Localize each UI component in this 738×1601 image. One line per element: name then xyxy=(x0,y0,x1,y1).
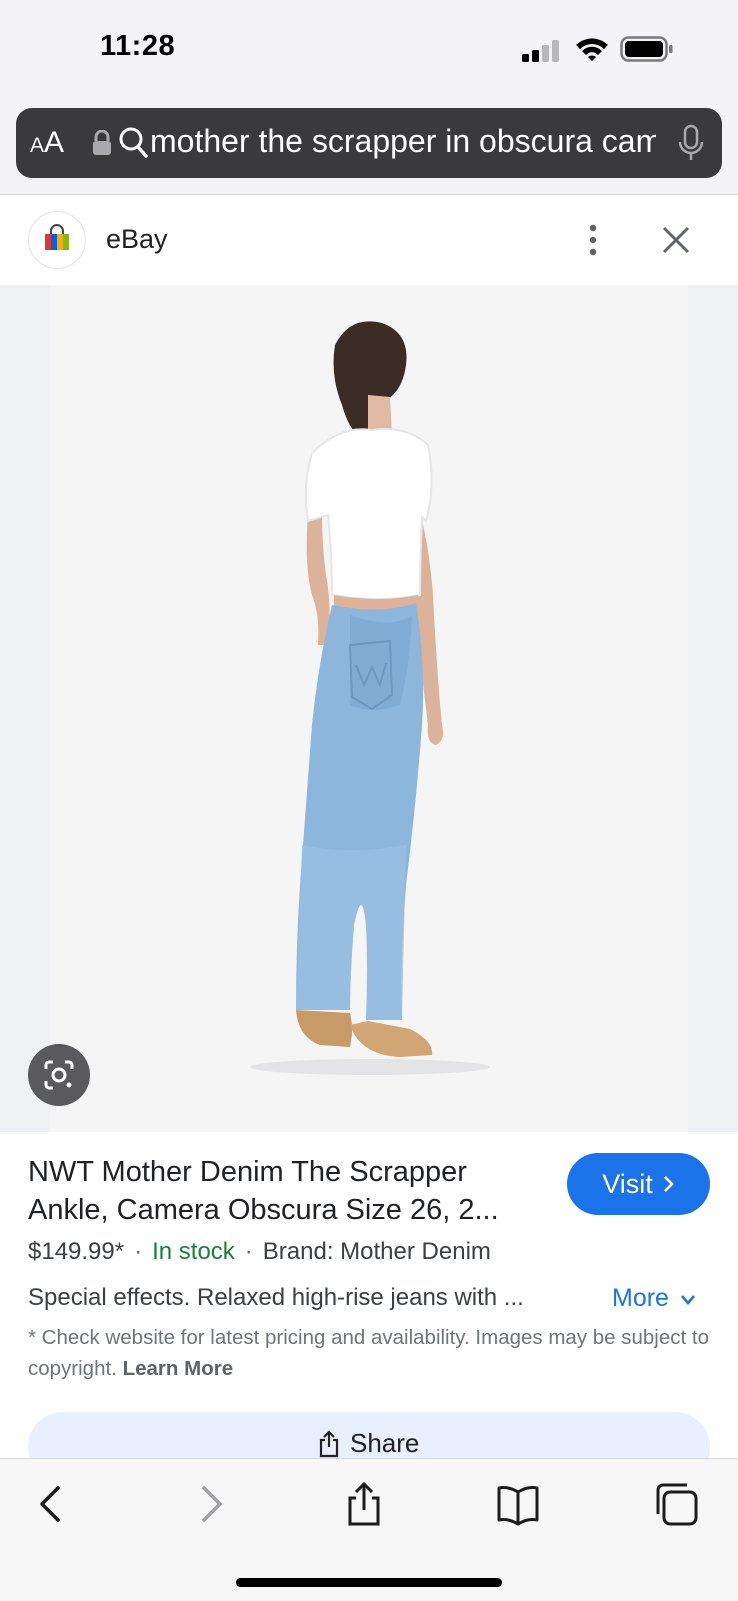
product-price: $149.99* xyxy=(28,1238,125,1265)
more-button[interactable]: More xyxy=(612,1284,696,1313)
signal-icon xyxy=(522,40,559,62)
price-row: $149.99* · In stock · Brand: Mother Denim xyxy=(28,1238,491,1266)
share-icon xyxy=(319,1429,339,1457)
stock-status: In stock xyxy=(152,1238,235,1265)
site-name[interactable]: eBay xyxy=(106,224,168,255)
disclaimer: * Check website for latest pricing and a… xyxy=(28,1322,718,1384)
more-vert-icon[interactable] xyxy=(578,224,608,256)
forward-icon[interactable] xyxy=(188,1482,232,1526)
lens-button[interactable] xyxy=(28,1044,90,1106)
bookmarks-icon[interactable] xyxy=(496,1482,540,1526)
back-icon[interactable] xyxy=(30,1482,74,1526)
wifi-icon xyxy=(576,38,608,61)
reader-settings-button[interactable]: AA xyxy=(30,126,64,160)
learn-more-link[interactable]: Learn More xyxy=(123,1357,234,1380)
battery-icon xyxy=(620,36,673,62)
share-button-content[interactable]: Share xyxy=(318,1428,419,1459)
chevron-right-icon xyxy=(663,1176,674,1192)
lock-icon xyxy=(93,130,111,155)
separator-dot: · xyxy=(244,1238,253,1265)
more-button-label: More xyxy=(612,1284,669,1312)
ebay-bag-icon xyxy=(45,224,69,250)
model-figure xyxy=(250,321,490,1075)
product-title[interactable]: NWT Mother Denim The Scrapper Ankle, Cam… xyxy=(28,1153,548,1229)
chevron-down-icon xyxy=(680,1295,695,1305)
mic-icon[interactable] xyxy=(678,124,704,162)
product-brand: Brand: Mother Denim xyxy=(262,1238,491,1265)
product-image[interactable] xyxy=(50,285,688,1132)
product-description: Special effects. Relaxed high-rise jeans… xyxy=(28,1284,524,1311)
home-indicator xyxy=(236,1578,502,1587)
lens-icon xyxy=(44,1060,74,1090)
visit-button-label: Visit xyxy=(602,1168,653,1199)
separator-dot: · xyxy=(134,1238,143,1265)
address-bar-query[interactable]: mother the scrapper in obscura camera xyxy=(150,123,656,160)
close-icon[interactable] xyxy=(660,224,692,256)
share-icon[interactable] xyxy=(342,1482,386,1526)
status-time: 11:28 xyxy=(100,30,176,62)
visit-button[interactable]: Visit xyxy=(567,1153,710,1215)
tabs-icon[interactable] xyxy=(654,1482,698,1526)
share-button-label: Share xyxy=(350,1428,420,1458)
site-favicon xyxy=(28,211,86,269)
search-icon xyxy=(119,127,148,158)
